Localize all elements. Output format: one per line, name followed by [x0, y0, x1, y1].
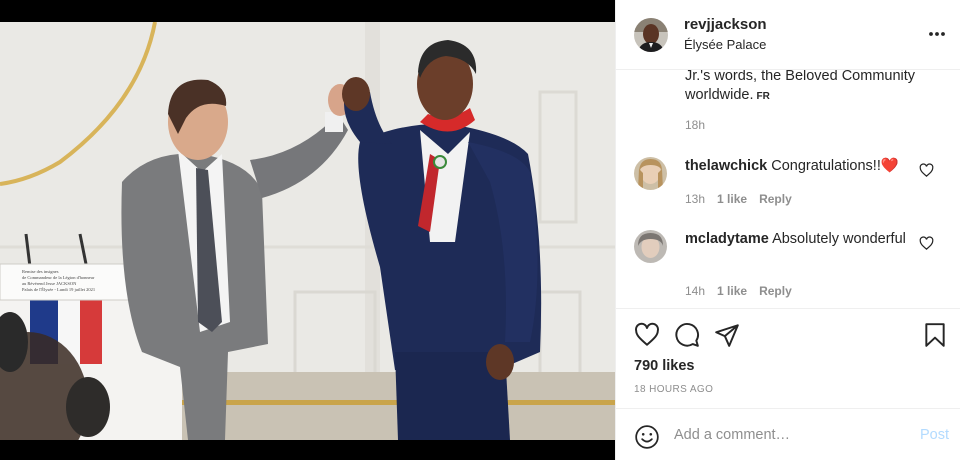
post-photo[interactable]: Remise des insignes de Commandeur de la … [0, 22, 615, 440]
caption: Jr.'s words, the Beloved Community world… [685, 70, 935, 106]
post-media: Remise des insignes de Commandeur de la … [0, 0, 615, 460]
comment-likes[interactable]: 1 like [717, 192, 747, 206]
commenter-avatar[interactable] [634, 157, 667, 190]
more-options-icon[interactable] [927, 24, 947, 44]
share-paper-plane-icon[interactable] [714, 322, 740, 348]
photo-illustration: Remise des insignes de Commandeur de la … [0, 22, 615, 440]
likes-count[interactable]: 790 likes [634, 358, 694, 374]
post-comment-button[interactable]: Post [920, 427, 949, 443]
svg-text:au Révérend Jesse JACKSON: au Révérend Jesse JACKSON [22, 281, 77, 286]
comment-body: thelawchick Congratulations!!❤️ [685, 157, 910, 176]
comment-timestamp[interactable]: 13h [685, 192, 705, 206]
comment-likes[interactable]: 1 like [717, 284, 747, 298]
post-timestamp[interactable]: 18 HOURS AGO [634, 384, 713, 395]
post-header: revjjackson Élysée Palace [616, 0, 960, 70]
comment-body: mcladytame Absolutely wonderful [685, 230, 910, 249]
instagram-post: Remise des insignes de Commandeur de la … [0, 0, 960, 460]
caption-text: Jr.'s words, the Beloved Community world… [685, 70, 916, 103]
comment-item: thelawchick Congratulations!!❤️ 13h 1 lik… [634, 157, 954, 217]
red-heart-emoji: ❤️ [880, 158, 899, 174]
commenter-avatar[interactable] [634, 230, 667, 263]
comment-text: Congratulations!! [771, 158, 881, 174]
comment-meta: 13h 1 like Reply [685, 192, 804, 206]
bookmark-save-icon[interactable] [922, 322, 948, 348]
like-heart-icon[interactable] [634, 322, 660, 348]
commenter-username[interactable]: thelawchick [685, 158, 767, 174]
post-actions: 790 likes 18 HOURS AGO [616, 308, 960, 408]
comments-list: Jr.'s words, the Beloved Community world… [616, 70, 960, 308]
comment-text: Absolutely wonderful [772, 231, 906, 247]
commenter-username[interactable]: mcladytame [685, 231, 769, 247]
add-comment-bar: Post [616, 408, 960, 460]
post-location[interactable]: Élysée Palace [684, 37, 767, 53]
reply-button[interactable]: Reply [759, 192, 792, 206]
comment-item: mcladytame Absolutely wonderful 14h 1 lik… [634, 230, 954, 300]
comment-timestamp[interactable]: 14h [685, 284, 705, 298]
svg-text:Palais de l'Élysée - Lundi 19: Palais de l'Élysée - Lundi 19 juillet 20… [22, 287, 95, 292]
emoji-smiley-icon[interactable] [634, 424, 660, 450]
comment-bubble-icon[interactable] [674, 322, 700, 348]
like-comment-heart-icon[interactable] [919, 236, 934, 251]
comment-meta: 14h 1 like Reply [685, 284, 804, 298]
reply-button[interactable]: Reply [759, 284, 792, 298]
translate-link[interactable]: FR [757, 91, 770, 102]
author-avatar[interactable] [634, 17, 668, 52]
svg-text:Remise des insignes: Remise des insignes [22, 269, 59, 274]
author-username[interactable]: revjjackson [684, 16, 767, 34]
svg-text:de Commandeur de la Légion d'h: de Commandeur de la Légion d'honneur [22, 275, 95, 280]
like-comment-heart-icon[interactable] [919, 163, 934, 178]
caption-timestamp[interactable]: 18h [685, 118, 705, 132]
comment-input[interactable] [674, 423, 894, 447]
post-sidebar: revjjackson Élysée Palace Jr.'s words, t… [615, 0, 960, 460]
